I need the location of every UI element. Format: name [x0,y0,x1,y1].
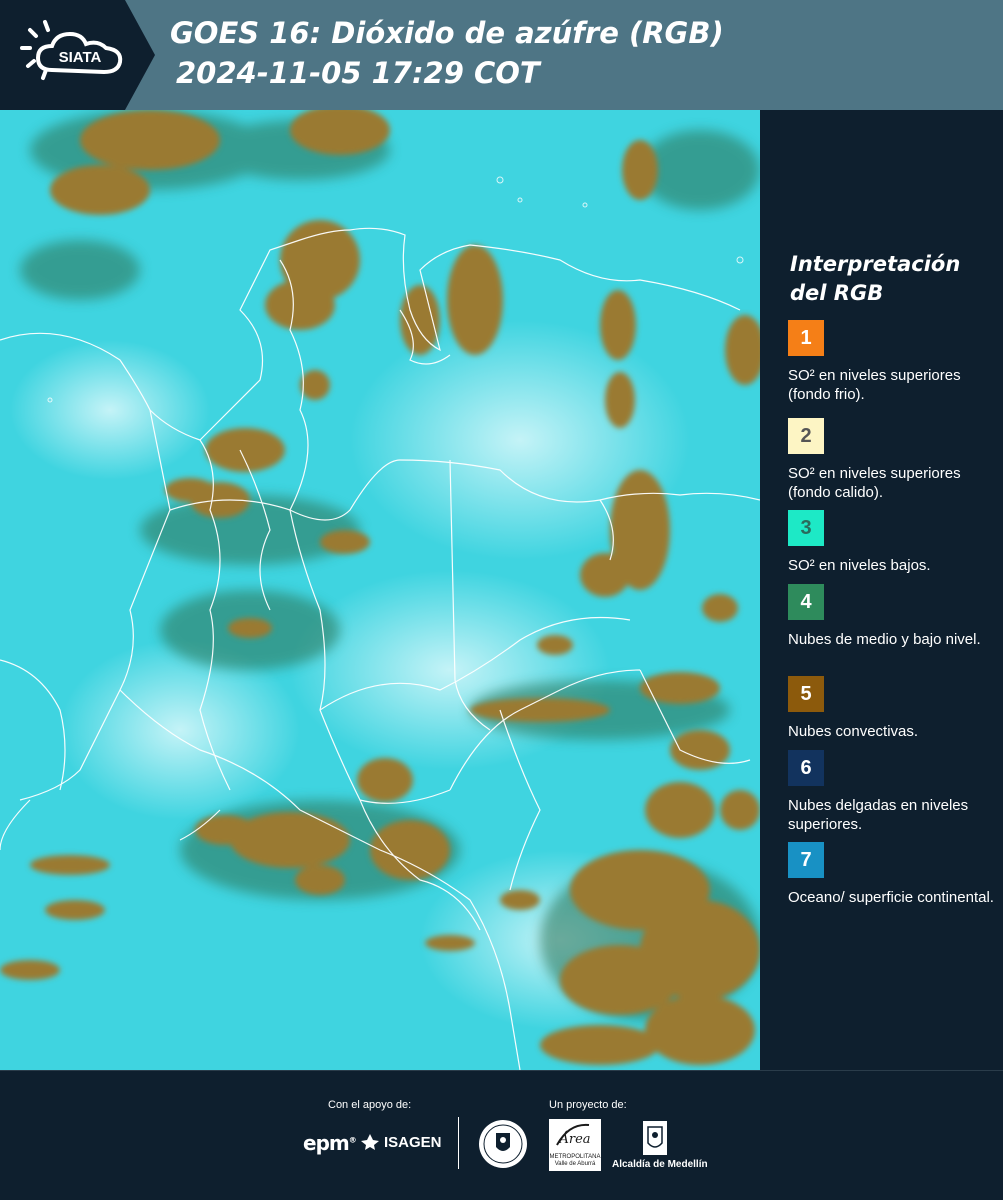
satellite-map [0,110,760,1070]
legend-swatch: 2 [788,418,824,454]
area-metropolitana-sub: METROPOLITANA Valle de Aburrá [549,1154,601,1167]
legend-panel: Interpretación del RGB 1 SO² en niveles … [760,110,1003,1070]
legend-item-label: Nubes convectivas. [788,723,919,740]
support-label: Con el apoyo de: [328,1099,412,1111]
legend-item-label: Nubes de medio y bajo nivel. [788,631,981,648]
medellin-seal-icon [479,1120,527,1168]
alcaldia-crest-icon [643,1121,667,1155]
legend-swatch: 4 [788,584,824,620]
legend-item: 5 Nubes convectivas. [788,676,998,741]
area-metropolitana-icon: Área [556,1123,591,1147]
legend-swatch: 3 [788,510,824,546]
epm-logo: epm® [303,1131,357,1155]
legend-item: 2 SO² en niveles superiores (fondo calid… [788,418,998,502]
isagen-icon [361,1134,379,1150]
legend-item: 7 Oceano/ superficie continental. [788,842,998,907]
siata-product-page: SIATA GOES 16: Dióxido de azúfre (RGB) 2… [0,0,1003,1200]
footer: Con el apoyo de: Un proyecto de: epm® IS… [0,1070,1003,1200]
legend-item-label: Oceano/ superficie continental. [788,889,994,906]
legend-item: 4 Nubes de medio y bajo nivel. [788,584,998,649]
page-timestamp: 2024-11-05 17:29 COT [176,56,540,90]
satellite-image [0,110,760,1070]
siata-logo: SIATA [0,0,155,110]
project-label: Un proyecto de: [549,1099,627,1111]
legend-swatch: 6 [788,750,824,786]
legend-item: 3 SO² en niveles bajos. [788,510,998,575]
legend-item-label: Nubes delgadas en niveles superiores. [788,797,969,833]
legend-title: Interpretación del RGB [790,252,961,305]
legend-item: 6 Nubes delgadas en niveles superiores. [788,750,998,834]
alcaldia-label: Alcaldía de Medellín [612,1159,708,1170]
header: SIATA GOES 16: Dióxido de azúfre (RGB) 2… [0,0,1003,110]
legend-item-label: SO² en niveles superiores (fondo frio). [788,367,961,403]
logo-text: SIATA [59,49,102,66]
isagen-logo: ISAGEN [360,1133,442,1151]
legend-swatch: 7 [788,842,824,878]
legend-swatch: 5 [788,676,824,712]
legend-swatch: 1 [788,320,824,356]
svg-text:Área: Área [558,1131,590,1147]
legend-item: 1 SO² en niveles superiores (fondo frio)… [788,320,998,404]
footer-divider [458,1117,459,1169]
page-title: GOES 16: Dióxido de azúfre (RGB) [170,16,724,50]
legend-item-label: SO² en niveles superiores (fondo calido)… [788,465,961,501]
legend-item-label: SO² en niveles bajos. [788,557,931,574]
area-metropolitana-logo: Área METROPOLITANA Valle de Aburrá [549,1119,601,1171]
